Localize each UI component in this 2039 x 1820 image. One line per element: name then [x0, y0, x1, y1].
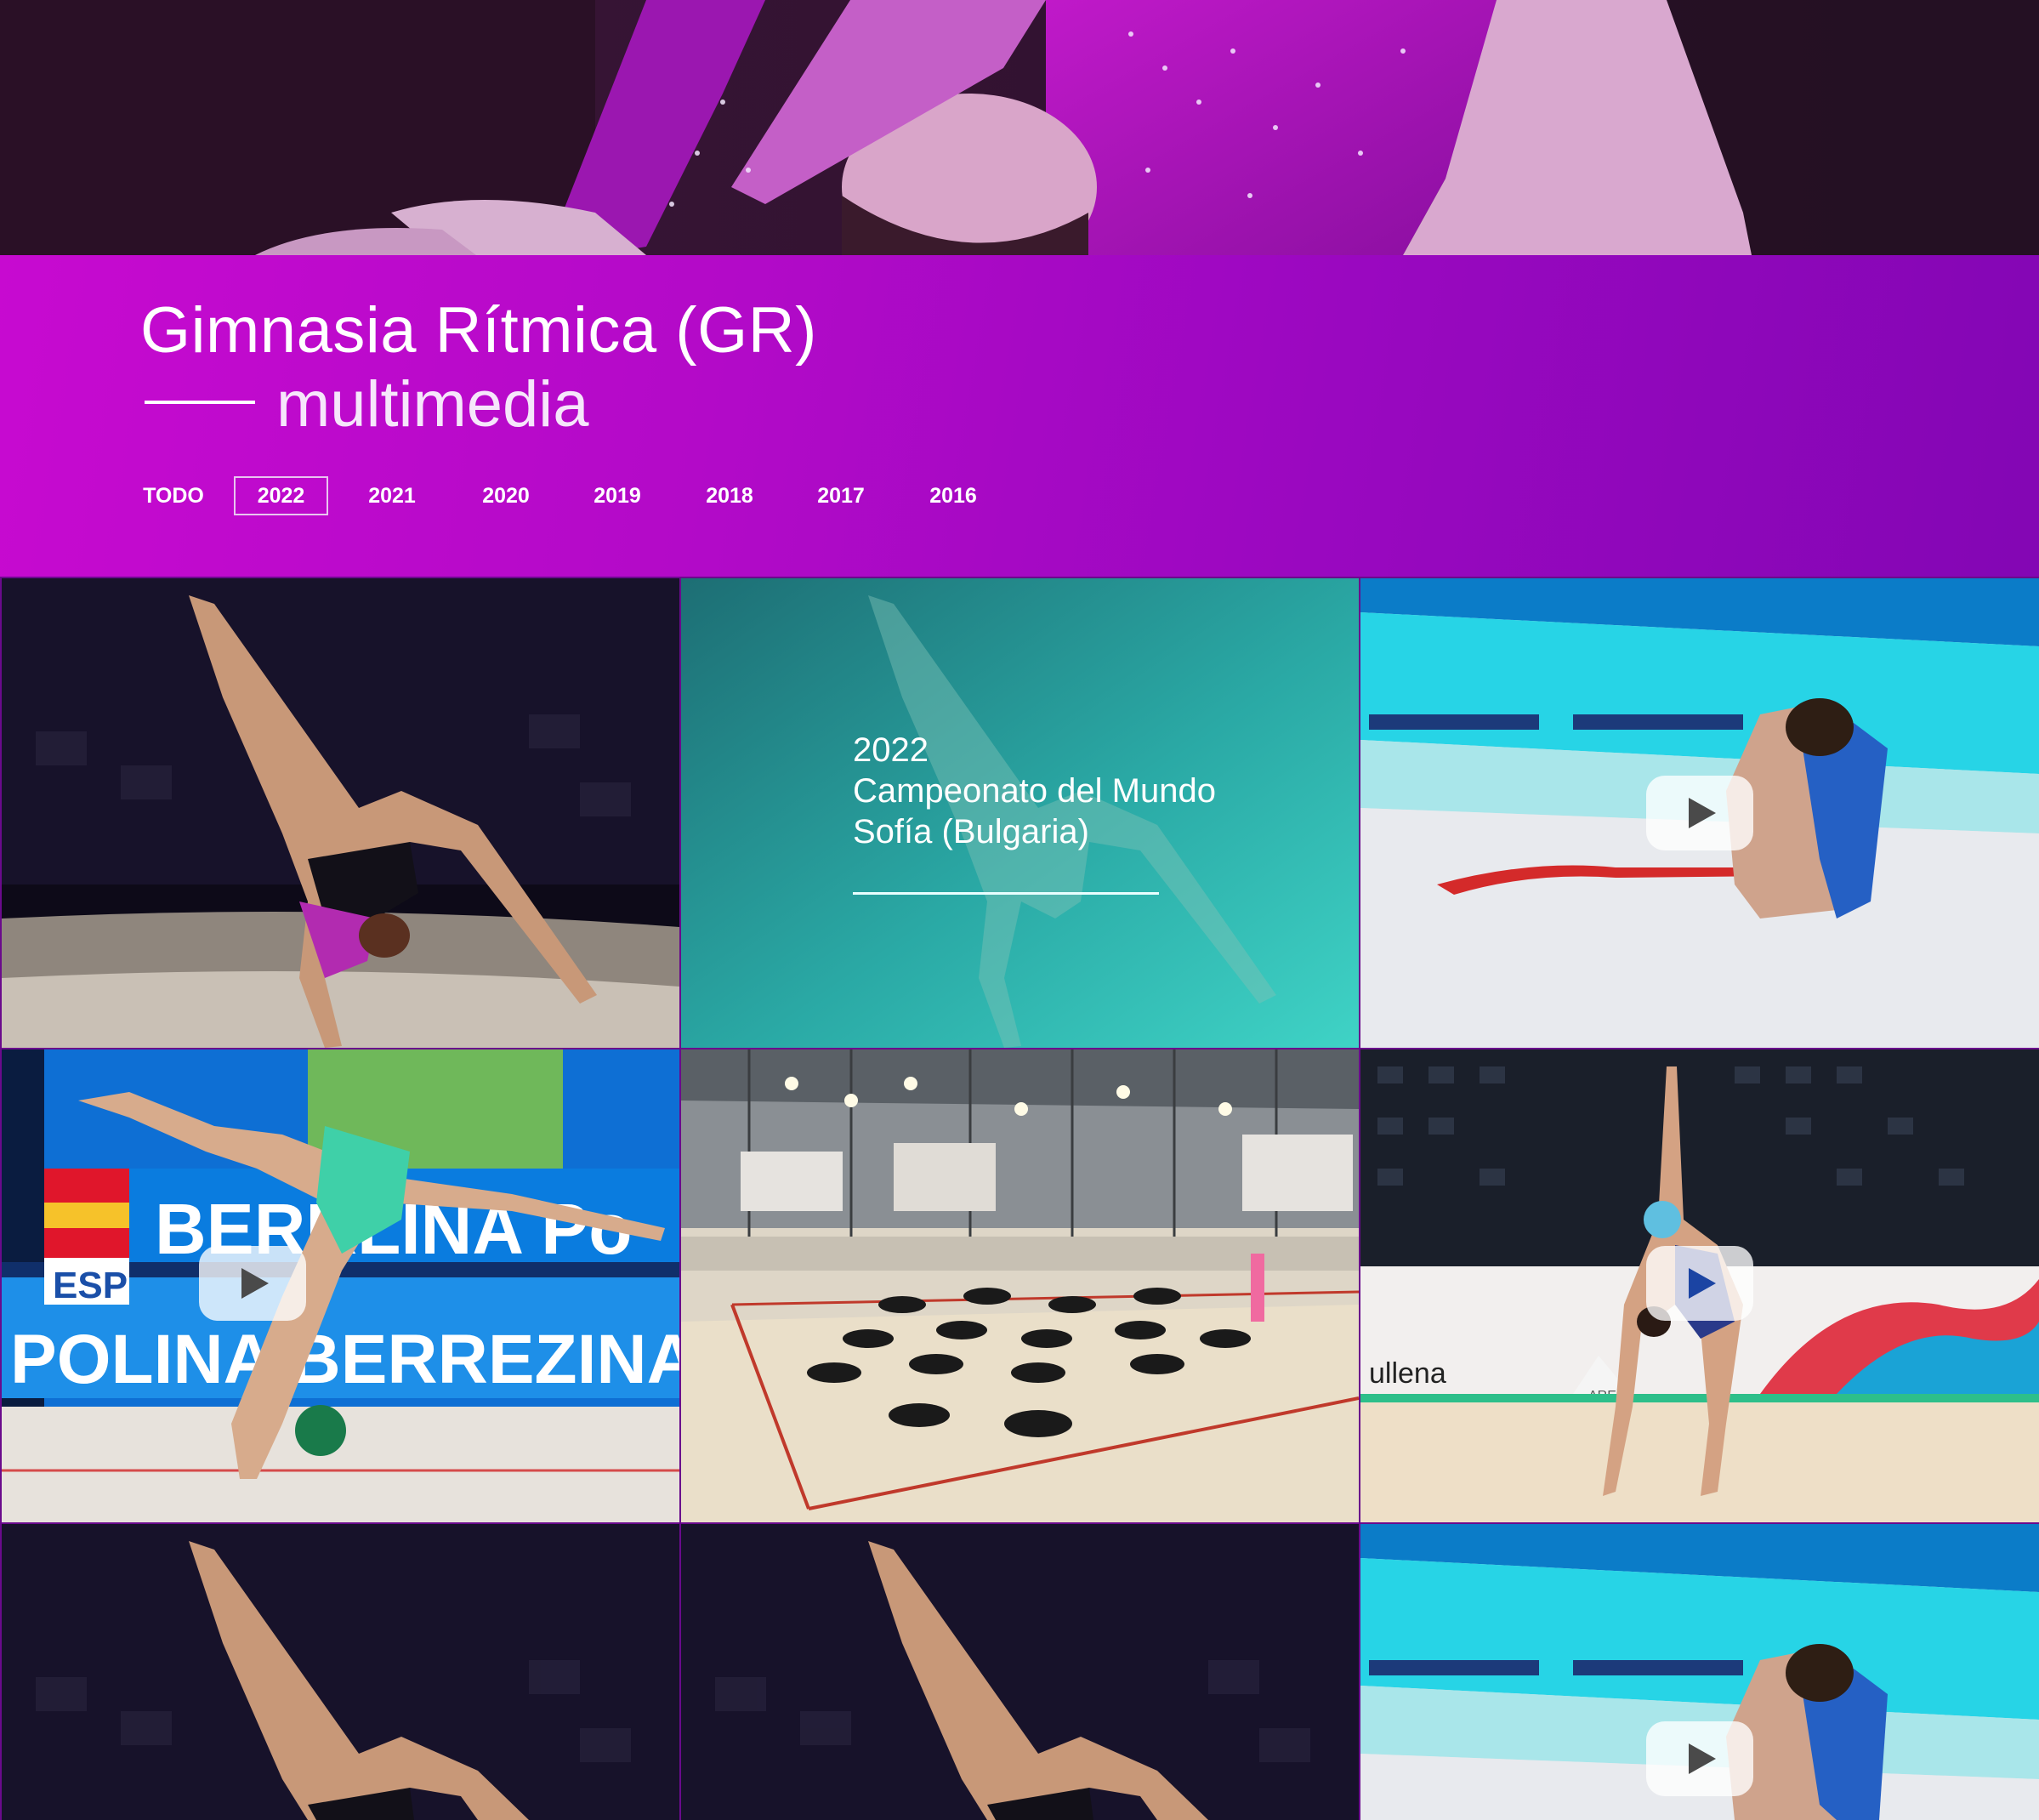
- play-icon: [241, 1268, 269, 1299]
- hero-gymnast-illustration: [0, 0, 2039, 255]
- gallery-photo-backbend[interactable]: [2, 578, 679, 1048]
- tab-2019[interactable]: 2019: [582, 476, 652, 515]
- subtitle-divider: [145, 401, 255, 404]
- tab-2021[interactable]: 2021: [357, 476, 427, 515]
- play-button[interactable]: [1646, 1721, 1753, 1796]
- featured-event-name: Campeonato del Mundo: [853, 772, 1216, 810]
- play-button[interactable]: [199, 1246, 306, 1321]
- tab-todo[interactable]: TODO: [136, 476, 211, 515]
- gallery-photo-backbend-2[interactable]: [2, 1524, 679, 1820]
- page-title: Gimnasia Rítmica (GR): [140, 294, 817, 367]
- featured-divider: [853, 892, 1159, 895]
- tab-2020[interactable]: 2020: [471, 476, 541, 515]
- gallery-video-arena[interactable]: ullena ARENA: [1360, 1049, 2039, 1522]
- year-filter-tabs: TODO 2022 2021 2020 2019 2018 2017 2016: [0, 476, 1190, 515]
- featured-year: 2022: [853, 731, 929, 769]
- section-header: Gimnasia Rítmica (GR) multimedia TODO 20…: [0, 255, 2039, 577]
- sponsor-partial: ullena: [1369, 1357, 1446, 1390]
- tab-2017[interactable]: 2017: [806, 476, 876, 515]
- photo-gymnast-backbend: [681, 1524, 1359, 1820]
- play-icon: [1689, 798, 1716, 828]
- gallery-photo-training-hall[interactable]: [681, 1049, 1359, 1522]
- photo-gymnast-backbend: [2, 1524, 679, 1820]
- scoreboard-country: ESP: [53, 1265, 128, 1306]
- photo-training-hall-group: [681, 1049, 1359, 1522]
- gallery-video-seated-2[interactable]: [1360, 1524, 2039, 1820]
- featured-location: Sofía (Bulgaria): [853, 813, 1089, 850]
- photo-gymnast-backbend: [2, 578, 679, 1048]
- media-gallery-grid: 2022 Campeonato del Mundo Sofía (Bulgari…: [0, 577, 2039, 1820]
- play-icon: [1689, 1268, 1716, 1299]
- board-name: POLINA BERREZINA: [10, 1321, 679, 1398]
- play-button[interactable]: [1646, 776, 1753, 850]
- hero-banner-image: [0, 0, 2039, 255]
- gallery-video-seated[interactable]: [1360, 578, 2039, 1048]
- play-button[interactable]: [1646, 1246, 1753, 1321]
- tab-2018[interactable]: 2018: [695, 476, 764, 515]
- featured-event-card[interactable]: 2022 Campeonato del Mundo Sofía (Bulgari…: [681, 578, 1359, 1048]
- gallery-video-berezina[interactable]: ESP BERRLINA Po POLINA BERREZINA: [2, 1049, 679, 1522]
- tab-2016[interactable]: 2016: [918, 476, 988, 515]
- page-subtitle: multimedia: [276, 368, 589, 441]
- featured-event-text: 2022 Campeonato del Mundo Sofía (Bulgari…: [853, 730, 1216, 852]
- page: Gimnasia Rítmica (GR) multimedia TODO 20…: [0, 0, 2039, 1820]
- gallery-photo-backbend-3[interactable]: [681, 1524, 1359, 1820]
- photo-gymnast-ball-scoreboard: ESP BERRLINA Po POLINA BERREZINA: [2, 1049, 679, 1522]
- play-icon: [1689, 1743, 1716, 1774]
- tab-2022[interactable]: 2022: [234, 476, 328, 515]
